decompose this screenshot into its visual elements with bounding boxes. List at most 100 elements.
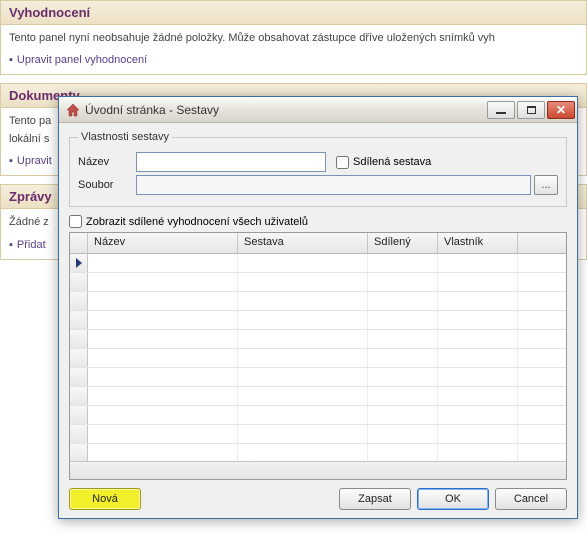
grid-cell	[518, 444, 566, 461]
row-selector[interactable]	[70, 273, 88, 291]
grid-cell	[438, 254, 518, 272]
col-spacer	[518, 233, 566, 253]
grid-cell	[88, 387, 238, 405]
table-row[interactable]	[70, 425, 566, 444]
grid-cell	[88, 349, 238, 367]
show-shared-checkbox[interactable]	[69, 215, 82, 228]
grid-cell	[438, 406, 518, 424]
name-label: Název	[78, 156, 136, 168]
grid-cell	[518, 349, 566, 367]
table-row[interactable]	[70, 406, 566, 425]
grid-cell	[518, 311, 566, 329]
ok-button[interactable]: OK	[417, 488, 489, 510]
grid-footer	[70, 461, 566, 479]
new-button[interactable]: Nová	[69, 488, 141, 510]
grid-cell	[88, 273, 238, 291]
cancel-button[interactable]: Cancel	[495, 488, 567, 510]
grid-cell	[88, 292, 238, 310]
file-input[interactable]	[136, 175, 531, 195]
col-owner[interactable]: Vlastník	[438, 233, 518, 253]
home-icon	[65, 102, 81, 118]
grid-cell	[238, 311, 368, 329]
panel-eval-body: Tento panel nyní neobsahuje žádné položk…	[0, 25, 587, 75]
current-row-indicator-icon	[76, 258, 82, 268]
add-msg-link[interactable]: Přidat	[17, 239, 46, 251]
row-selector[interactable]	[70, 349, 88, 367]
row-selector[interactable]	[70, 292, 88, 310]
grid-cell	[88, 444, 238, 461]
minimize-button[interactable]	[487, 101, 515, 119]
grid-cell	[518, 387, 566, 405]
row-selector[interactable]	[70, 444, 88, 461]
grid-cell	[368, 292, 438, 310]
col-name[interactable]: Název	[88, 233, 238, 253]
reports-dialog: Úvodní stránka - Sestavy ✕ Vlastnosti se…	[58, 96, 578, 519]
grid-cell	[518, 425, 566, 443]
grid-cell	[368, 311, 438, 329]
reports-grid[interactable]: Název Sestava Sdílený Vlastník	[69, 232, 567, 480]
grid-cell	[368, 254, 438, 272]
row-selector[interactable]	[70, 311, 88, 329]
table-row[interactable]	[70, 254, 566, 273]
dialog-title: Úvodní stránka - Sestavy	[85, 103, 487, 117]
grid-cell	[438, 273, 518, 291]
grid-cell	[518, 292, 566, 310]
grid-cell	[368, 387, 438, 405]
grid-cell	[238, 273, 368, 291]
grid-cell	[438, 292, 518, 310]
table-row[interactable]	[70, 387, 566, 406]
grid-cell	[518, 254, 566, 272]
table-row[interactable]	[70, 368, 566, 387]
edit-docs-link[interactable]: Upravit	[17, 155, 52, 167]
grid-cell	[438, 425, 518, 443]
bullet-icon: ▪	[9, 155, 13, 167]
maximize-button[interactable]	[517, 101, 545, 119]
shared-label: Sdílená sestava	[353, 156, 431, 168]
name-input[interactable]	[136, 152, 326, 172]
grid-cell	[238, 349, 368, 367]
grid-cell	[238, 406, 368, 424]
grid-cell	[88, 425, 238, 443]
row-selector[interactable]	[70, 330, 88, 348]
table-row[interactable]	[70, 311, 566, 330]
grid-cell	[238, 444, 368, 461]
grid-cell	[518, 368, 566, 386]
grid-cell	[88, 406, 238, 424]
grid-cell	[438, 444, 518, 461]
grid-cell	[368, 273, 438, 291]
row-selector[interactable]	[70, 387, 88, 405]
grid-cell	[238, 425, 368, 443]
save-button[interactable]: Zapsat	[339, 488, 411, 510]
row-selector[interactable]	[70, 406, 88, 424]
row-selector[interactable]	[70, 368, 88, 386]
grid-cell	[238, 292, 368, 310]
table-row[interactable]	[70, 292, 566, 311]
grid-cell	[438, 387, 518, 405]
grid-cell	[88, 330, 238, 348]
table-row[interactable]	[70, 273, 566, 292]
properties-fieldset: Vlastnosti sestavy Název Sdílená sestava…	[69, 131, 567, 207]
grid-cell	[368, 368, 438, 386]
bullet-icon: ▪	[9, 239, 13, 251]
table-row[interactable]	[70, 330, 566, 349]
col-report[interactable]: Sestava	[238, 233, 368, 253]
browse-button[interactable]: ...	[534, 175, 558, 195]
edit-eval-link[interactable]: Upravit panel vyhodnocení	[17, 54, 147, 66]
grid-cell	[518, 330, 566, 348]
grid-cell	[518, 406, 566, 424]
panel-eval-text: Tento panel nyní neobsahuje žádné položk…	[9, 31, 578, 46]
grid-cell	[88, 368, 238, 386]
show-shared-label: Zobrazit sdílené vyhodnocení všech uživa…	[86, 216, 308, 228]
table-row[interactable]	[70, 349, 566, 368]
row-selector[interactable]	[70, 254, 88, 272]
grid-cell	[368, 444, 438, 461]
grid-header: Název Sestava Sdílený Vlastník	[70, 233, 566, 254]
close-button[interactable]: ✕	[547, 101, 575, 119]
row-selector[interactable]	[70, 425, 88, 443]
grid-cell	[368, 406, 438, 424]
col-shared[interactable]: Sdílený	[368, 233, 438, 253]
shared-checkbox[interactable]	[336, 156, 349, 169]
table-row[interactable]	[70, 444, 566, 461]
grid-cell	[368, 330, 438, 348]
dialog-titlebar[interactable]: Úvodní stránka - Sestavy ✕	[59, 97, 577, 123]
